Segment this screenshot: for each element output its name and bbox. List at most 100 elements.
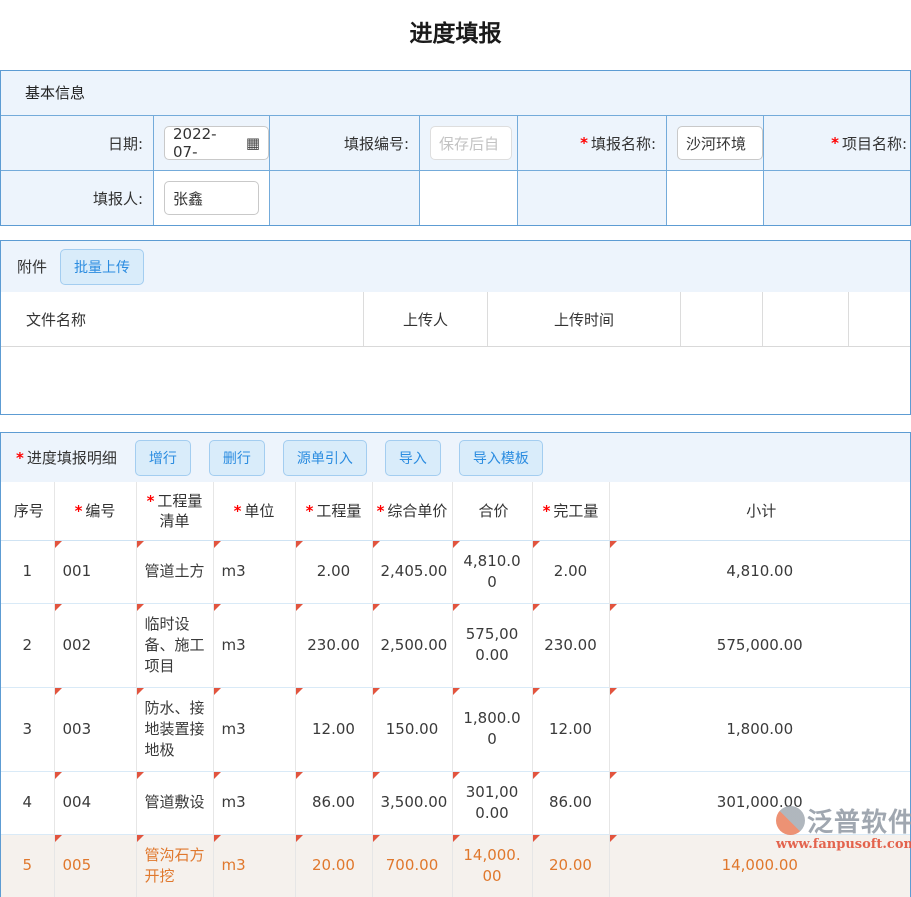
cell-code[interactable]: 002 [54, 603, 136, 687]
cell-code[interactable]: 004 [54, 771, 136, 834]
import-template-button[interactable]: 导入模板 [459, 440, 543, 476]
table-row: 2002临时设备、施工项目m3230.002,500.00575,000.002… [1, 603, 910, 687]
cell-total_price[interactable]: 4,810.00 [452, 540, 532, 603]
editable-corner-icon [610, 541, 618, 549]
page-title: 进度填报 [0, 0, 911, 57]
cell-completed[interactable]: 230.00 [532, 603, 609, 687]
empty-cell [419, 170, 517, 225]
import-button[interactable]: 导入 [385, 440, 441, 476]
attachments-empty-body [1, 347, 910, 414]
editable-corner-icon [453, 772, 461, 780]
col-uploader: 上传人 [364, 292, 488, 346]
basic-info-grid: 日期: 2022-07- ▦ 填报编号: * 填报名称: * 项目名称: 填报人… [1, 115, 910, 225]
cell-quantity[interactable]: 86.00 [295, 771, 372, 834]
editable-corner-icon [610, 604, 618, 612]
cell-quantity[interactable]: 20.00 [295, 834, 372, 897]
editable-corner-icon [55, 835, 63, 843]
source-import-button[interactable]: 源单引入 [283, 440, 367, 476]
editable-corner-icon [373, 688, 381, 696]
date-cell: 2022-07- ▦ [153, 115, 269, 170]
cell-subtotal[interactable]: 4,810.00 [609, 540, 910, 603]
cell-unit_price[interactable]: 3,500.00 [372, 771, 452, 834]
delete-row-button[interactable]: 删行 [209, 440, 265, 476]
editable-corner-icon [610, 835, 618, 843]
table-row: 3003防水、接地装置接地极m312.00150.001,800.0012.00… [1, 687, 910, 771]
cell-unit_price[interactable]: 700.00 [372, 834, 452, 897]
editable-corner-icon [533, 688, 541, 696]
cell-unit_price[interactable]: 150.00 [372, 687, 452, 771]
editable-corner-icon [55, 541, 63, 549]
editable-corner-icon [296, 604, 304, 612]
batch-upload-button[interactable]: 批量上传 [60, 249, 144, 285]
filler-cell [153, 170, 269, 225]
col-completed: *完工量 [532, 482, 609, 540]
detail-section-title: *进度填报明细 [16, 447, 117, 468]
cell-item[interactable]: 临时设备、施工项目 [136, 603, 213, 687]
report-name-input[interactable] [677, 126, 763, 160]
report-name-label: * 填报名称: [517, 115, 666, 170]
cell-quantity[interactable]: 230.00 [295, 603, 372, 687]
detail-toolbar: *进度填报明细 增行 删行 源单引入 导入 导入模板 [1, 433, 910, 482]
editable-corner-icon [533, 604, 541, 612]
cell-completed[interactable]: 86.00 [532, 771, 609, 834]
editable-corner-icon [453, 604, 461, 612]
editable-corner-icon [373, 604, 381, 612]
editable-corner-icon [214, 541, 222, 549]
cell-seq: 1 [1, 540, 54, 603]
editable-corner-icon [453, 688, 461, 696]
cell-unit[interactable]: m3 [213, 834, 295, 897]
cell-subtotal[interactable]: 1,800.00 [609, 687, 910, 771]
empty-cell [517, 170, 666, 225]
editable-corner-icon [453, 541, 461, 549]
editable-corner-icon [55, 604, 63, 612]
cell-completed[interactable]: 2.00 [532, 540, 609, 603]
editable-corner-icon [214, 835, 222, 843]
col-empty [681, 292, 763, 346]
cell-unit[interactable]: m3 [213, 771, 295, 834]
cell-item[interactable]: 防水、接地装置接地极 [136, 687, 213, 771]
cell-quantity[interactable]: 12.00 [295, 687, 372, 771]
cell-code[interactable]: 001 [54, 540, 136, 603]
cell-code[interactable]: 005 [54, 834, 136, 897]
calendar-icon[interactable]: ▦ [246, 136, 260, 151]
filler-input[interactable] [164, 181, 259, 215]
editable-corner-icon [55, 688, 63, 696]
editable-corner-icon [137, 835, 145, 843]
table-row: 1001管道土方m32.002,405.004,810.002.004,810.… [1, 540, 910, 603]
editable-corner-icon [214, 772, 222, 780]
editable-corner-icon [453, 835, 461, 843]
cell-unit_price[interactable]: 2,405.00 [372, 540, 452, 603]
date-label: 日期: [1, 115, 153, 170]
col-quantity: *工程量 [295, 482, 372, 540]
cell-unit[interactable]: m3 [213, 603, 295, 687]
editable-corner-icon [214, 604, 222, 612]
cell-total_price[interactable]: 1,800.00 [452, 687, 532, 771]
col-seq: 序号 [1, 482, 54, 540]
cell-item[interactable]: 管沟石方开挖 [136, 834, 213, 897]
cell-quantity[interactable]: 2.00 [295, 540, 372, 603]
cell-unit_price[interactable]: 2,500.00 [372, 603, 452, 687]
add-row-button[interactable]: 增行 [135, 440, 191, 476]
editable-corner-icon [610, 688, 618, 696]
attachments-title: 附件 [17, 256, 47, 277]
cell-item[interactable]: 管道敷设 [136, 771, 213, 834]
cell-item[interactable]: 管道土方 [136, 540, 213, 603]
cell-total_price[interactable]: 301,000.00 [452, 771, 532, 834]
basic-info-header: 基本信息 [1, 71, 910, 115]
date-input[interactable]: 2022-07- ▦ [164, 126, 269, 160]
cell-total_price[interactable]: 14,000.00 [452, 834, 532, 897]
cell-completed[interactable]: 12.00 [532, 687, 609, 771]
editable-corner-icon [296, 772, 304, 780]
col-empty [849, 292, 910, 346]
col-empty [763, 292, 849, 346]
col-file-name: 文件名称 [1, 292, 364, 346]
cell-subtotal[interactable]: 575,000.00 [609, 603, 910, 687]
cell-code[interactable]: 003 [54, 687, 136, 771]
editable-corner-icon [214, 688, 222, 696]
cell-total_price[interactable]: 575,000.00 [452, 603, 532, 687]
progress-detail-section: *进度填报明细 增行 删行 源单引入 导入 导入模板 序号 *编号 *工程量清单… [0, 432, 911, 897]
cell-unit[interactable]: m3 [213, 540, 295, 603]
cell-unit[interactable]: m3 [213, 687, 295, 771]
detail-header-row: 序号 *编号 *工程量清单 *单位 *工程量 *综合单价 合价 *完工量 小计 [1, 482, 910, 540]
cell-completed[interactable]: 20.00 [532, 834, 609, 897]
